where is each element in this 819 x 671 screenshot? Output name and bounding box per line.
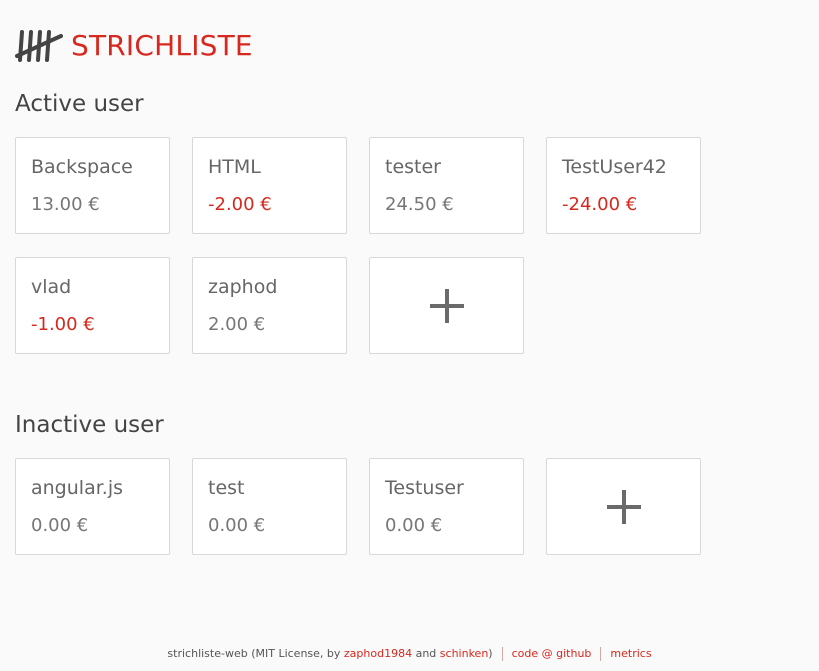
inactive-users-heading: Inactive user — [15, 412, 164, 438]
user-balance: 0.00 € — [31, 515, 89, 536]
add-inactive-user-button[interactable] — [546, 458, 701, 555]
user-card-testuser[interactable]: Testuser 0.00 € — [369, 458, 524, 555]
user-balance: 0.00 € — [208, 515, 266, 536]
plus-icon — [429, 288, 464, 323]
user-balance: 24.50 € — [385, 194, 454, 215]
footer-prefix: strichliste-web (MIT License, by — [167, 647, 344, 660]
user-balance: -1.00 € — [31, 314, 95, 335]
author-link-schinken[interactable]: schinken — [440, 647, 489, 660]
author-link-zaphod1984[interactable]: zaphod1984 — [344, 647, 412, 660]
user-balance: -24.00 € — [562, 194, 638, 215]
user-card-tester[interactable]: tester 24.50 € — [369, 137, 524, 234]
user-name: vlad — [31, 276, 72, 298]
tally-marks-icon — [15, 30, 63, 62]
footer-and: and — [412, 647, 440, 660]
footer-divider — [600, 647, 602, 661]
footer: strichliste-web (MIT License, by zaphod1… — [0, 647, 819, 661]
user-card-zaphod[interactable]: zaphod 2.00 € — [192, 257, 347, 354]
user-card-html[interactable]: HTML -2.00 € — [192, 137, 347, 234]
add-active-user-button[interactable] — [369, 257, 524, 354]
user-name: angular.js — [31, 477, 123, 499]
footer-divider — [501, 647, 503, 661]
plus-icon-wrapper — [547, 459, 700, 554]
user-card-vlad[interactable]: vlad -1.00 € — [15, 257, 170, 354]
active-users-heading: Active user — [15, 91, 144, 117]
user-balance: 0.00 € — [385, 515, 443, 536]
app-header: STRICHLISTE — [15, 28, 253, 64]
user-card-backspace[interactable]: Backspace 13.00 € — [15, 137, 170, 234]
user-card-testuser42[interactable]: TestUser42 -24.00 € — [546, 137, 701, 234]
metrics-link[interactable]: metrics — [610, 647, 651, 660]
user-name: HTML — [208, 156, 261, 178]
plus-icon — [606, 489, 641, 524]
user-name: TestUser42 — [562, 156, 667, 178]
user-balance: 2.00 € — [208, 314, 266, 335]
user-name: zaphod — [208, 276, 278, 298]
user-name: tester — [385, 156, 441, 178]
user-card-angularjs[interactable]: angular.js 0.00 € — [15, 458, 170, 555]
user-name: test — [208, 477, 245, 499]
footer-suffix: ) — [488, 647, 493, 660]
user-card-test[interactable]: test 0.00 € — [192, 458, 347, 555]
plus-icon-wrapper — [370, 258, 523, 353]
user-name: Testuser — [385, 477, 464, 499]
app-title[interactable]: STRICHLISTE — [71, 28, 253, 64]
user-balance: -2.00 € — [208, 194, 272, 215]
github-link[interactable]: code @ github — [512, 647, 592, 660]
user-name: Backspace — [31, 156, 133, 178]
user-balance: 13.00 € — [31, 194, 100, 215]
